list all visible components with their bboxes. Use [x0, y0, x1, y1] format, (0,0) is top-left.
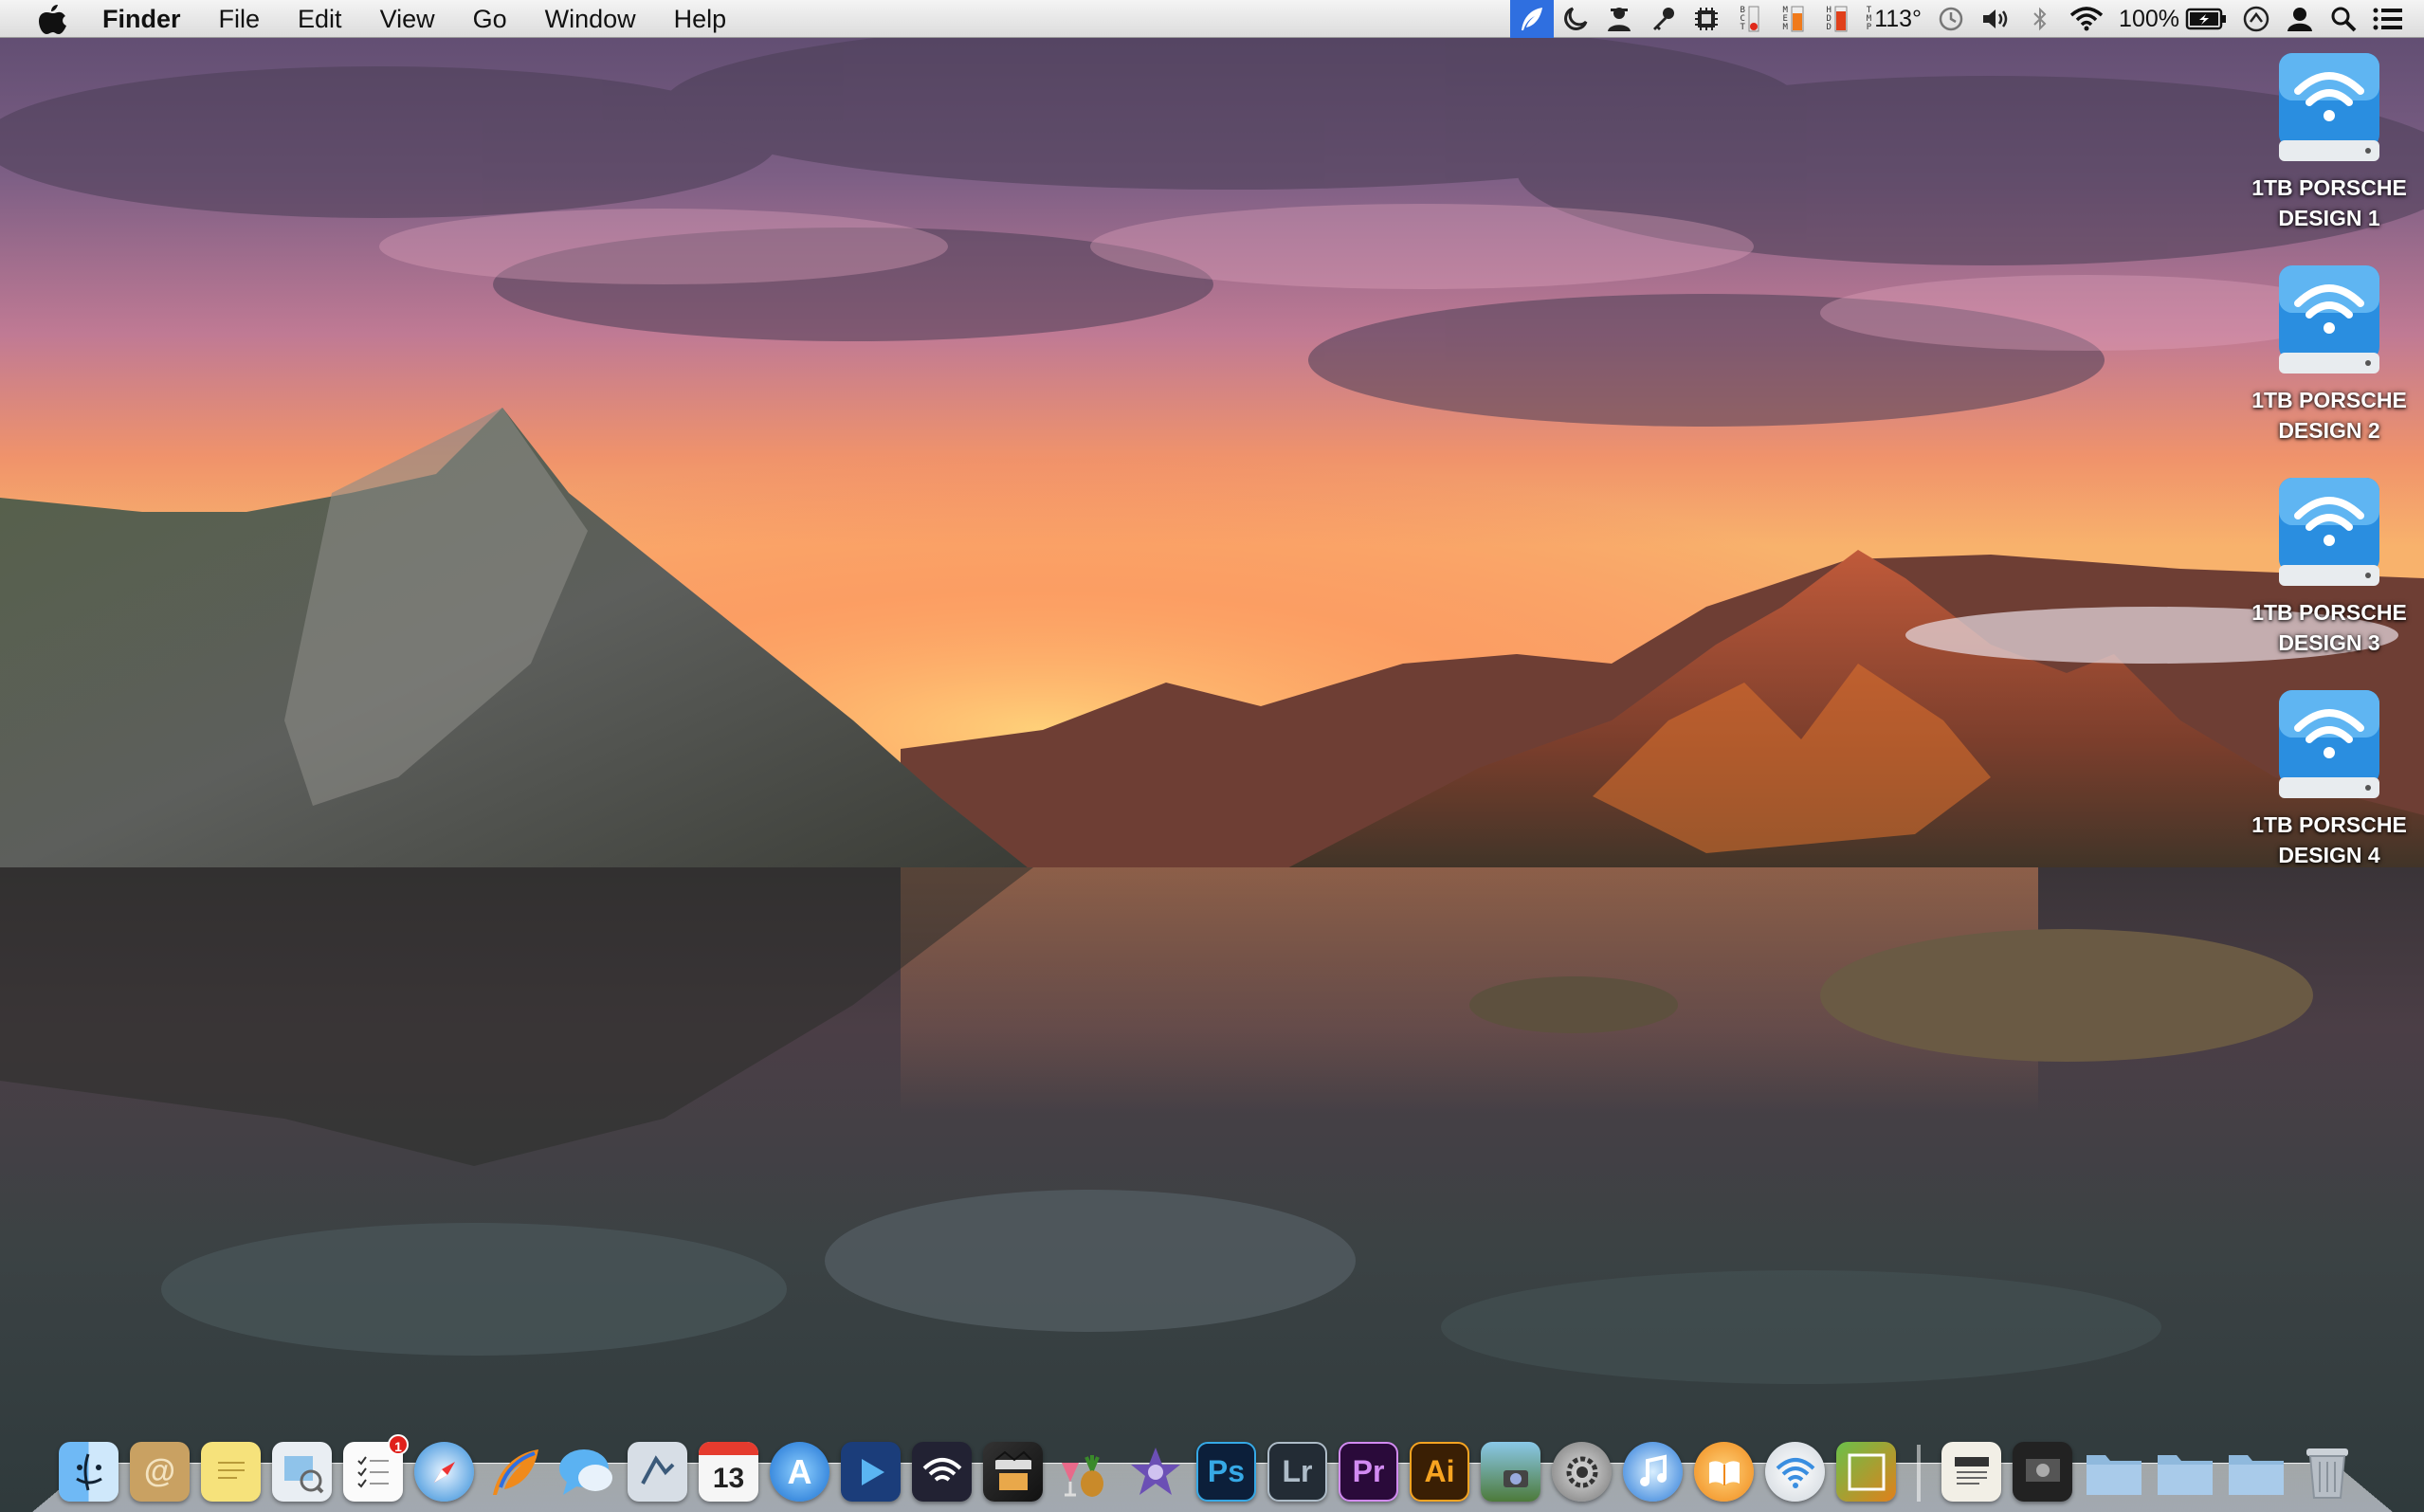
drive-label: 1TB PORSCHE DESIGN 2	[2251, 388, 2407, 443]
image-capture-icon[interactable]	[1481, 1442, 1540, 1502]
dock: @ 1 13 A Ps Lr Pr Ai	[59, 1426, 2357, 1502]
folder-icon-2[interactable]	[2155, 1442, 2214, 1502]
menu-edit[interactable]: Edit	[279, 0, 361, 38]
system-preferences-icon[interactable]	[1552, 1442, 1612, 1502]
time-machine-icon[interactable]	[1929, 0, 1973, 38]
network-drive-icon	[2279, 478, 2379, 586]
wireless-diagnostics-icon[interactable]	[912, 1442, 972, 1502]
preview-icon[interactable]	[272, 1442, 332, 1502]
bluetooth-icon[interactable]	[2018, 0, 2062, 38]
temperature-readout[interactable]: T M P 113°	[1859, 0, 1929, 38]
party-app-icon[interactable]	[1054, 1442, 1114, 1502]
drive-icon-2[interactable]: 1TB PORSCHE DESIGN 2	[2234, 262, 2424, 465]
calendar-day: 13	[712, 1462, 745, 1494]
drive-icon-3[interactable]: 1TB PORSCHE DESIGN 3	[2234, 474, 2424, 678]
temp-label-3: P	[1866, 22, 1872, 32]
app-store-icon[interactable]: A	[770, 1442, 829, 1502]
menu-help[interactable]: Help	[655, 0, 746, 38]
drive-label: 1TB PORSCHE DESIGN 3	[2251, 600, 2407, 655]
document-stack-icon[interactable]	[1941, 1442, 2001, 1502]
drive-label: 1TB PORSCHE DESIGN 4	[2251, 812, 2407, 867]
photo-booth-icon[interactable]	[1836, 1442, 1896, 1502]
photoshop-icon[interactable]: Ps	[1196, 1442, 1256, 1502]
menu-file[interactable]: File	[200, 0, 280, 38]
trash-icon[interactable]	[2297, 1442, 2357, 1502]
premiere-icon[interactable]: Pr	[1339, 1442, 1398, 1502]
drive-label: 1TB PORSCHE DESIGN 1	[2251, 175, 2407, 230]
ibooks-icon[interactable]	[1694, 1442, 1754, 1502]
finder-icon[interactable]	[59, 1442, 118, 1502]
volume-icon[interactable]	[1973, 0, 2018, 38]
apple-menu-icon[interactable]	[25, 0, 82, 38]
illustrator-icon[interactable]: Ai	[1410, 1442, 1469, 1502]
reminders-icon[interactable]: 1	[343, 1434, 409, 1502]
user-icon[interactable]	[2278, 0, 2322, 38]
memory-meter-icon[interactable]: M E M	[1772, 0, 1815, 38]
sync-icon[interactable]	[2234, 0, 2278, 38]
mail-icon[interactable]	[628, 1442, 687, 1502]
cpu-meter-icon[interactable]: B C T	[1728, 0, 1772, 38]
contacts-icon[interactable]: @	[130, 1442, 190, 1502]
battery-percent: 100%	[2119, 5, 2179, 32]
mem-label-3: M	[1782, 22, 1788, 32]
disk-label-3: D	[1826, 22, 1832, 32]
network-drive-icon	[2279, 690, 2379, 798]
drive-icon-1[interactable]: 1TB PORSCHE DESIGN 1	[2234, 49, 2424, 253]
temperature-value: 113°	[1874, 5, 1923, 32]
lightroom-icon[interactable]: Lr	[1267, 1442, 1327, 1502]
wifi-app-icon[interactable]	[1765, 1442, 1825, 1502]
chip-icon[interactable]	[1685, 0, 1728, 38]
screenshot-stack-icon[interactable]	[2013, 1442, 2072, 1502]
final-cut-icon[interactable]	[983, 1442, 1043, 1502]
stickies-icon[interactable]	[201, 1442, 261, 1502]
menu-window[interactable]: Window	[526, 0, 655, 38]
status-area: B C T M E M H D D T M P 113° 100%	[1509, 0, 2424, 38]
feather-app-icon[interactable]	[485, 1442, 545, 1502]
moon-icon[interactable]	[1554, 0, 1597, 38]
reminders-badge: 1	[388, 1434, 409, 1455]
drive-icon-4[interactable]: 1TB PORSCHE DESIGN 4	[2234, 686, 2424, 890]
list-icon[interactable]	[2365, 0, 2411, 38]
desktop: Finder File Edit View Go Window Help B C…	[0, 0, 2424, 1512]
calendar-icon[interactable]: 13	[699, 1442, 758, 1502]
menu-app-name[interactable]: Finder	[82, 0, 200, 38]
folder-icon-3[interactable]	[2226, 1442, 2286, 1502]
messages-icon[interactable]	[556, 1442, 616, 1502]
itunes-icon[interactable]	[1623, 1442, 1683, 1502]
folder-icon-1[interactable]	[2084, 1442, 2143, 1502]
dock-separator	[1917, 1445, 1921, 1502]
wifi-icon[interactable]	[2062, 0, 2111, 38]
quicktime-icon[interactable]	[841, 1442, 901, 1502]
battery-status[interactable]: 100%	[2111, 0, 2234, 38]
calendar-header	[699, 1442, 758, 1455]
user-silhouette-icon[interactable]	[1597, 0, 1641, 38]
search-icon[interactable]	[2322, 0, 2365, 38]
network-drive-icon	[2279, 53, 2379, 161]
key-icon[interactable]	[1641, 0, 1685, 38]
wallpaper	[0, 0, 2424, 1512]
disk-meter-icon[interactable]: H D D	[1815, 0, 1859, 38]
menu-view[interactable]: View	[361, 0, 454, 38]
cpu-label-3: T	[1740, 22, 1745, 32]
feather-icon[interactable]	[1509, 0, 1554, 38]
safari-icon[interactable]	[414, 1442, 474, 1502]
network-drive-icon	[2279, 265, 2379, 373]
menu-go[interactable]: Go	[454, 0, 526, 38]
imovie-icon[interactable]	[1125, 1442, 1185, 1502]
menu-bar: Finder File Edit View Go Window Help B C…	[0, 0, 2424, 38]
battery-charging-icon	[2185, 8, 2226, 30]
